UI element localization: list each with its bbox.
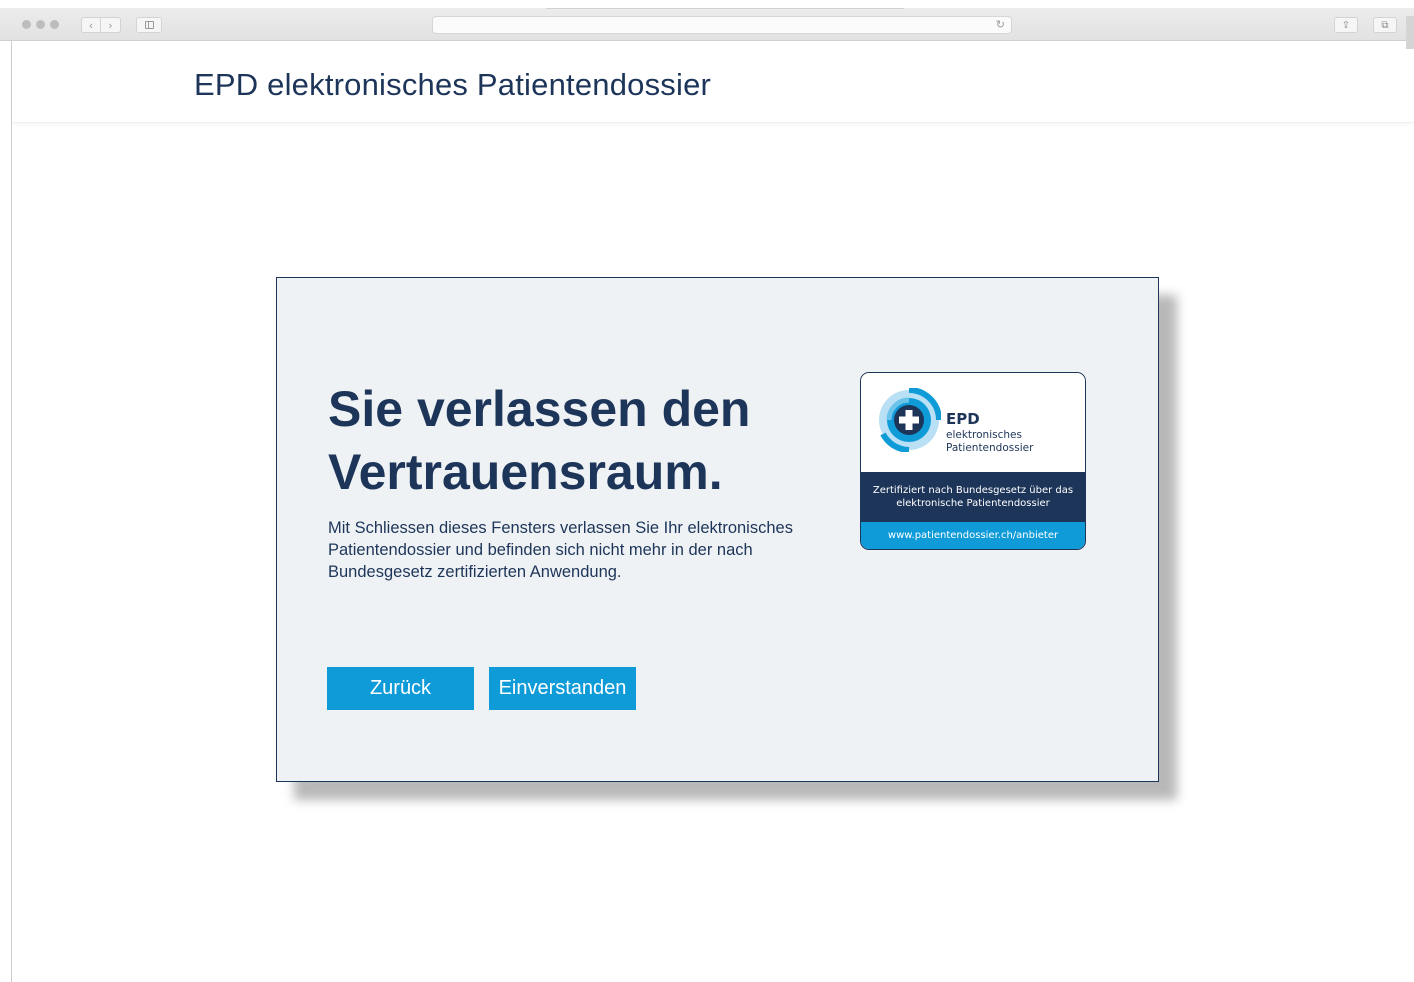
forward-icon[interactable]: ›	[101, 17, 121, 33]
back-icon[interactable]: ‹	[81, 17, 101, 33]
browser-toolbar: ‹ › ↻ ⇪ ⧉	[0, 8, 1414, 49]
minimize-window-icon[interactable]	[36, 20, 45, 29]
accept-button[interactable]: Einverstanden	[489, 667, 636, 710]
page-header: EPD elektronisches Patientendossier	[12, 41, 1414, 123]
epd-cross-logo-icon	[879, 388, 941, 452]
history-navigation: ‹ ›	[81, 17, 121, 33]
leave-dialog: Sie verlassen den Vertrauensraum. Mit Sc…	[276, 277, 1159, 782]
badge-subtitle: elektronisches Patientendossier	[946, 429, 1034, 454]
back-button[interactable]: Zurück	[327, 667, 474, 710]
page-title: EPD elektronisches Patientendossier	[194, 67, 712, 102]
share-icon[interactable]: ⇪	[1334, 17, 1358, 33]
epd-certification-badge: EPD elektronisches Patientendossier Zert…	[860, 372, 1086, 550]
sidebar-icon[interactable]	[136, 17, 162, 33]
tabs-icon[interactable]: ⧉	[1373, 17, 1397, 33]
badge-header: EPD elektronisches Patientendossier	[861, 373, 1085, 472]
toolbar-divider	[546, 8, 904, 9]
badge-url-link[interactable]: www.patientendossier.ch/anbieter	[861, 522, 1085, 549]
dialog-message: Mit Schliessen dieses Fensters verlassen…	[328, 519, 793, 581]
badge-certification-text: Zertifiziert nach Bundesgesetz über das …	[861, 472, 1085, 522]
close-window-icon[interactable]	[22, 20, 31, 29]
window-border	[11, 41, 12, 982]
badge-brand: EPD	[946, 410, 980, 428]
zoom-window-icon[interactable]	[50, 20, 59, 29]
reload-icon[interactable]: ↻	[996, 18, 1005, 31]
dialog-title: Sie verlassen den Vertrauensraum.	[328, 381, 751, 500]
address-bar[interactable]: ↻	[432, 16, 1012, 34]
window-controls[interactable]	[22, 20, 59, 29]
